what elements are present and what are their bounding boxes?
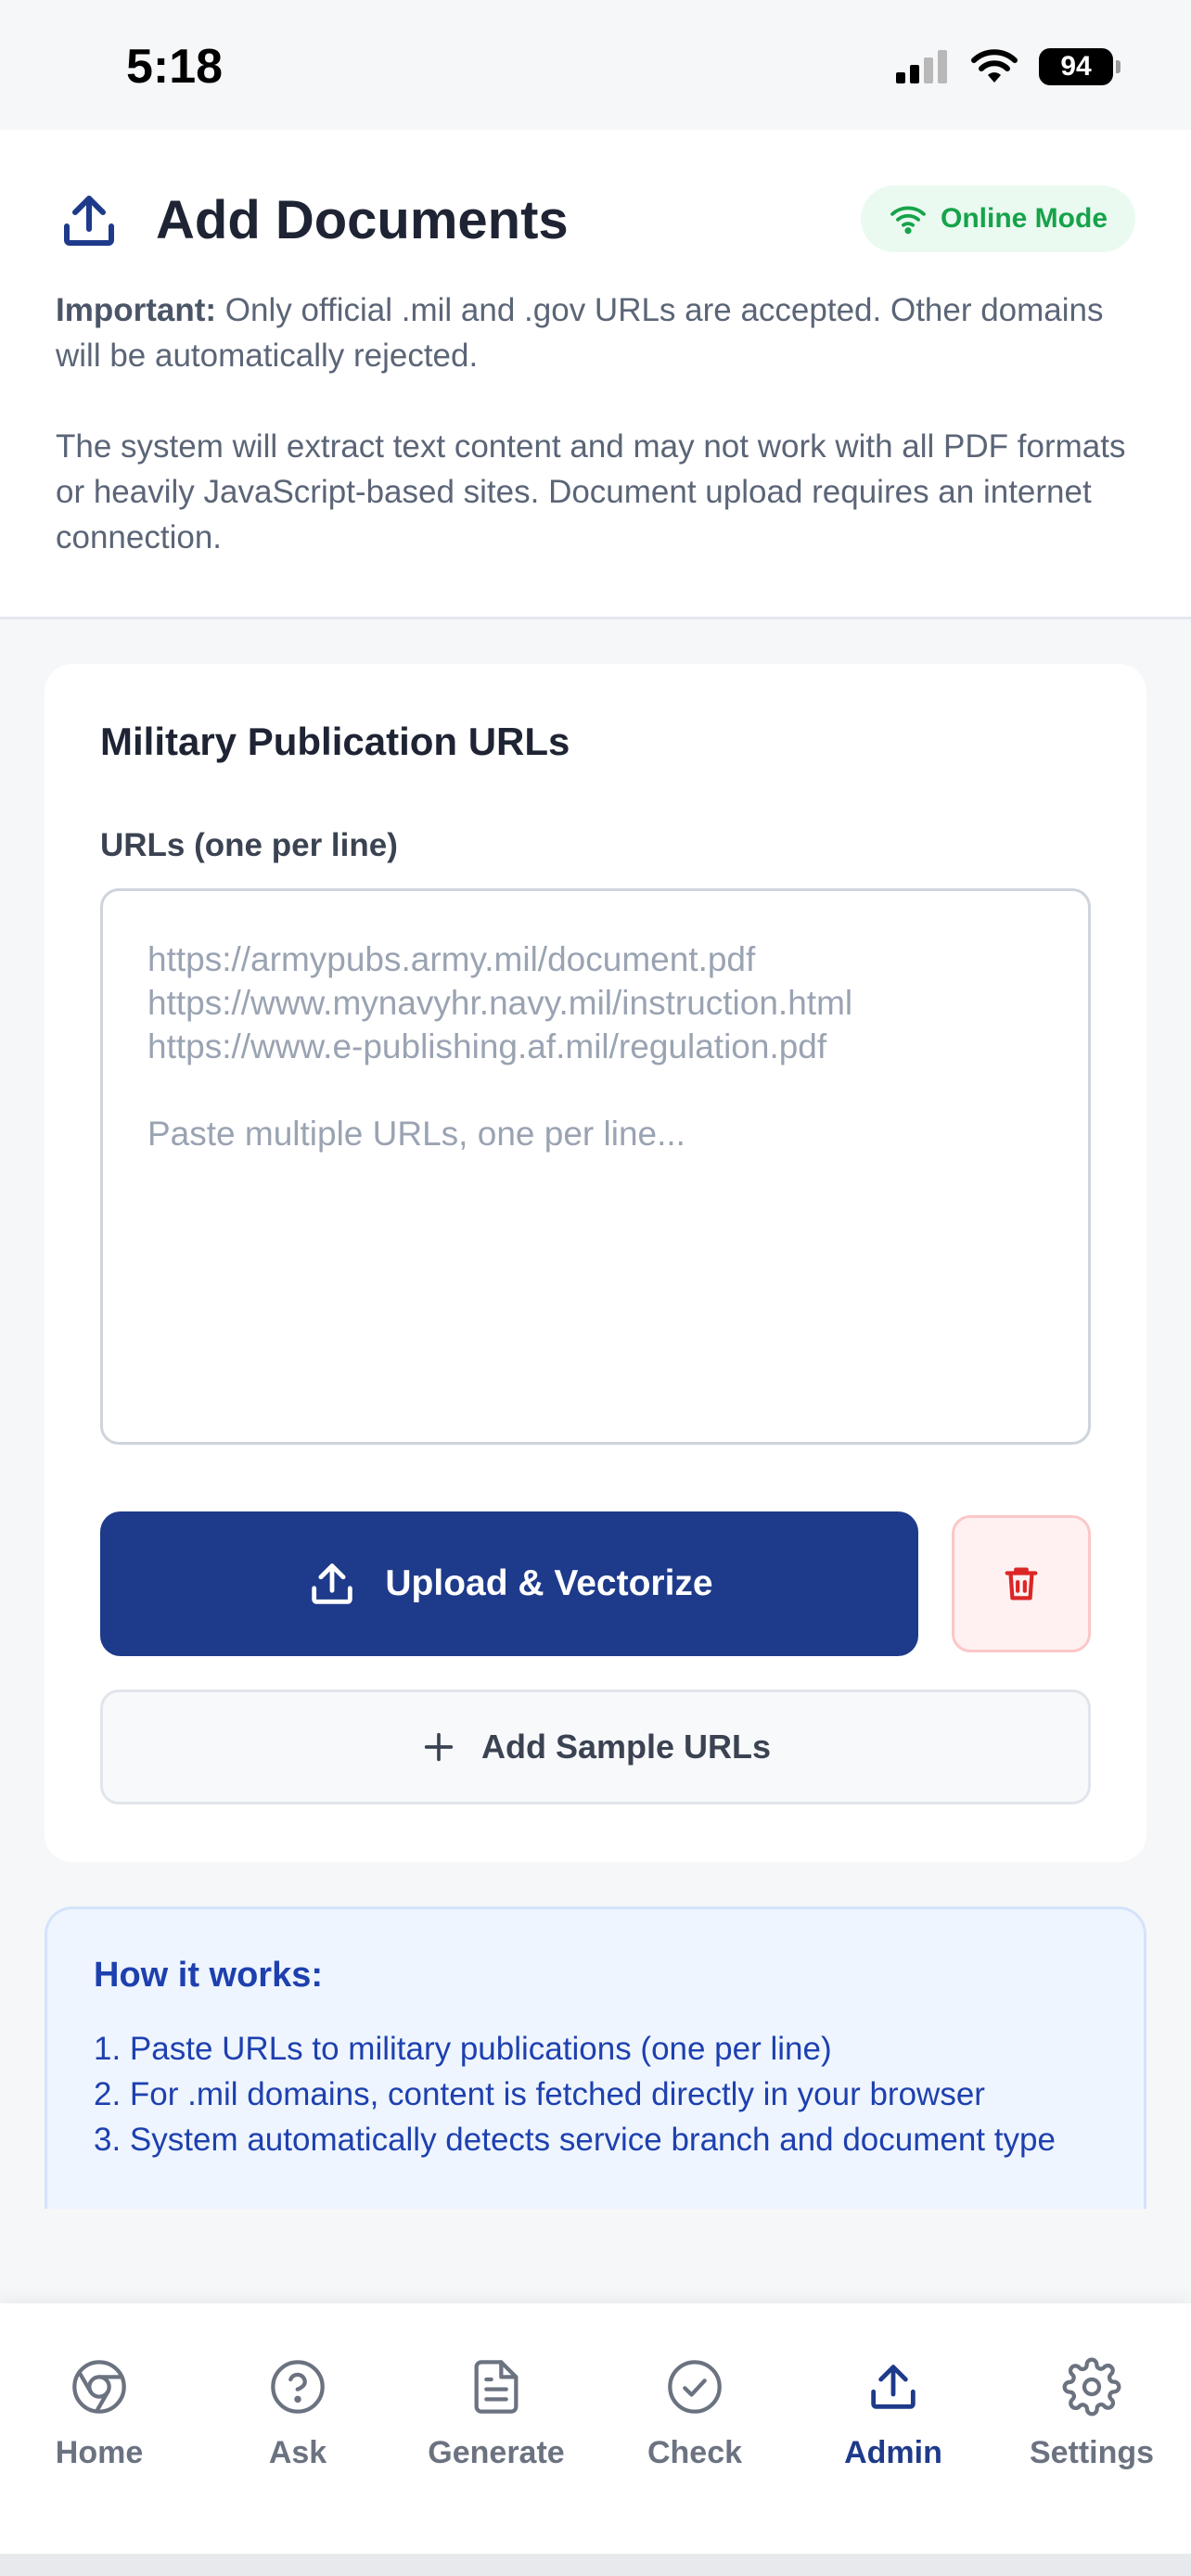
- page-title: Add Documents: [156, 190, 569, 250]
- how-it-works-title: How it works:: [94, 1956, 324, 1995]
- nav-item-check[interactable]: Check: [596, 2303, 794, 2489]
- upload-icon: [64, 196, 114, 246]
- upload-button-label: Upload & Vectorize: [385, 1563, 713, 1603]
- list-item: 3. System automatically detects service …: [94, 2122, 1056, 2158]
- status-icons: 94: [896, 45, 1121, 89]
- add-sample-urls-button[interactable]: Add Sample URLs: [100, 1690, 1091, 1804]
- cellular-signal-icon: [896, 50, 947, 83]
- how-it-works-panel: How it works: 1. Paste URLs to military …: [45, 1906, 1146, 2209]
- nav-item-generate[interactable]: Generate: [397, 2303, 596, 2489]
- help-circle-icon: [271, 2360, 325, 2414]
- nav-item-home[interactable]: Home: [0, 2303, 198, 2489]
- nav-label: Check: [647, 2435, 743, 2470]
- document-icon: [474, 2360, 519, 2414]
- how-it-works-steps: 1. Paste URLs to military publications (…: [94, 2026, 1114, 2162]
- wifi-icon: [890, 206, 926, 235]
- page-header: Add Documents Online Mode Important: Onl…: [0, 130, 1191, 619]
- nav-label: Settings: [1029, 2435, 1155, 2470]
- clear-urls-button[interactable]: [952, 1515, 1091, 1652]
- list-item: 1. Paste URLs to military publications (…: [94, 2031, 832, 2067]
- online-mode-badge: Online Mode: [861, 185, 1135, 252]
- important-notice: Important: Only official .mil and .gov U…: [56, 287, 1141, 378]
- card-title: Military Publication URLs: [100, 720, 570, 763]
- upload-vectorize-button[interactable]: Upload & Vectorize: [100, 1511, 918, 1656]
- plus-icon: [424, 1732, 454, 1762]
- status-bar: 5:18 94: [0, 0, 1191, 130]
- add-sample-label: Add Sample URLs: [480, 1728, 772, 1766]
- status-time: 5:18: [126, 40, 224, 94]
- online-mode-label: Online Mode: [941, 203, 1108, 234]
- url-form-card: Military Publication URLs URLs (one per …: [45, 664, 1146, 1862]
- extraction-note: The system will extract text content and…: [56, 428, 1126, 555]
- important-label: Important:: [56, 292, 217, 328]
- battery-level: 94: [1060, 51, 1092, 82]
- urls-label: URLs (one per line): [100, 827, 398, 863]
- nav-label: Admin: [844, 2435, 942, 2470]
- gear-icon: [1062, 2357, 1121, 2417]
- wifi-icon: [971, 49, 1018, 83]
- bottom-nav: Home Ask Generate Check Admin Settings: [0, 2303, 1191, 2554]
- check-circle-icon: [668, 2360, 722, 2414]
- upload-icon: [312, 1563, 353, 1604]
- battery-icon: 94: [1039, 48, 1121, 85]
- nav-label: Generate: [428, 2435, 565, 2470]
- nav-item-ask[interactable]: Ask: [198, 2303, 397, 2489]
- list-item: 2. For .mil domains, content is fetched …: [94, 2076, 985, 2112]
- upload-icon: [871, 2365, 916, 2409]
- notice-text: Important: Only official .mil and .gov U…: [56, 287, 1141, 560]
- chrome-icon: [72, 2360, 126, 2414]
- nav-label: Ask: [268, 2435, 327, 2470]
- urls-textarea[interactable]: [100, 888, 1091, 1445]
- home-indicator-bar: [0, 2554, 1191, 2576]
- nav-item-settings[interactable]: Settings: [992, 2303, 1191, 2489]
- trash-icon: [1005, 1567, 1038, 1600]
- nav-item-admin[interactable]: Admin: [794, 2303, 992, 2489]
- nav-label: Home: [55, 2435, 144, 2470]
